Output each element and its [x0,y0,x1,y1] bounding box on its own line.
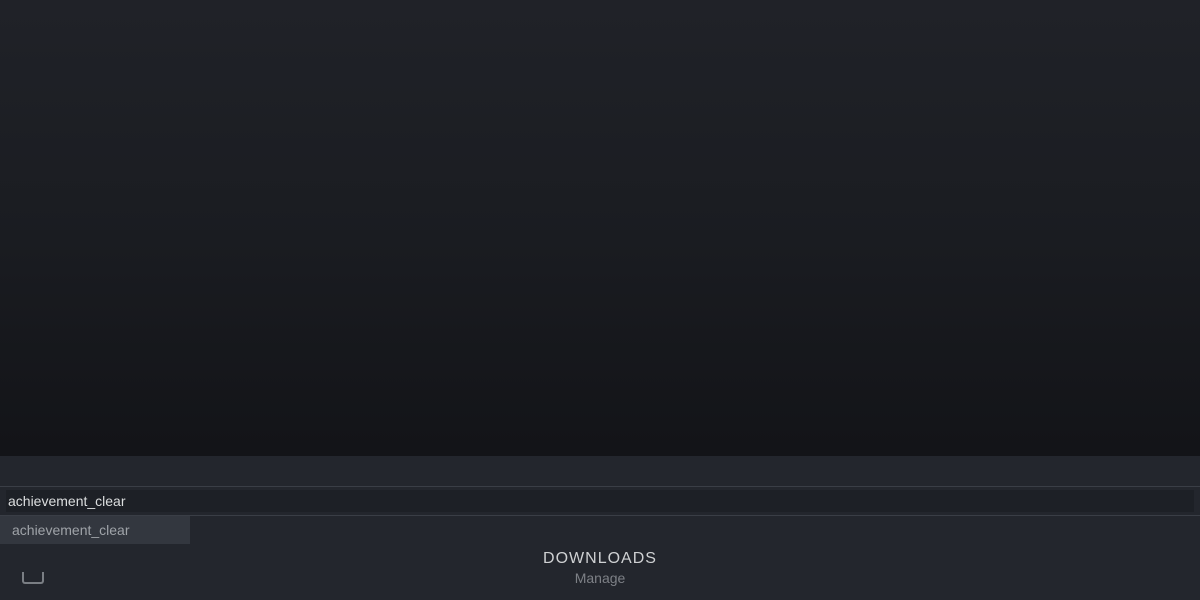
autocomplete-popup: achievement_clear [0,516,190,544]
downloads-manage-label: Manage [543,570,657,586]
console-bar [0,486,1200,516]
autocomplete-item[interactable]: achievement_clear [12,522,178,538]
downloads-button[interactable]: DOWNLOADS Manage [543,550,657,586]
friends-icon[interactable] [22,572,44,584]
downloads-title: DOWNLOADS [543,550,657,568]
bottom-panel: achievement_clear DOWNLOADS Manage [0,456,1200,600]
console-input[interactable] [8,493,1192,509]
console-input-box [6,490,1194,512]
